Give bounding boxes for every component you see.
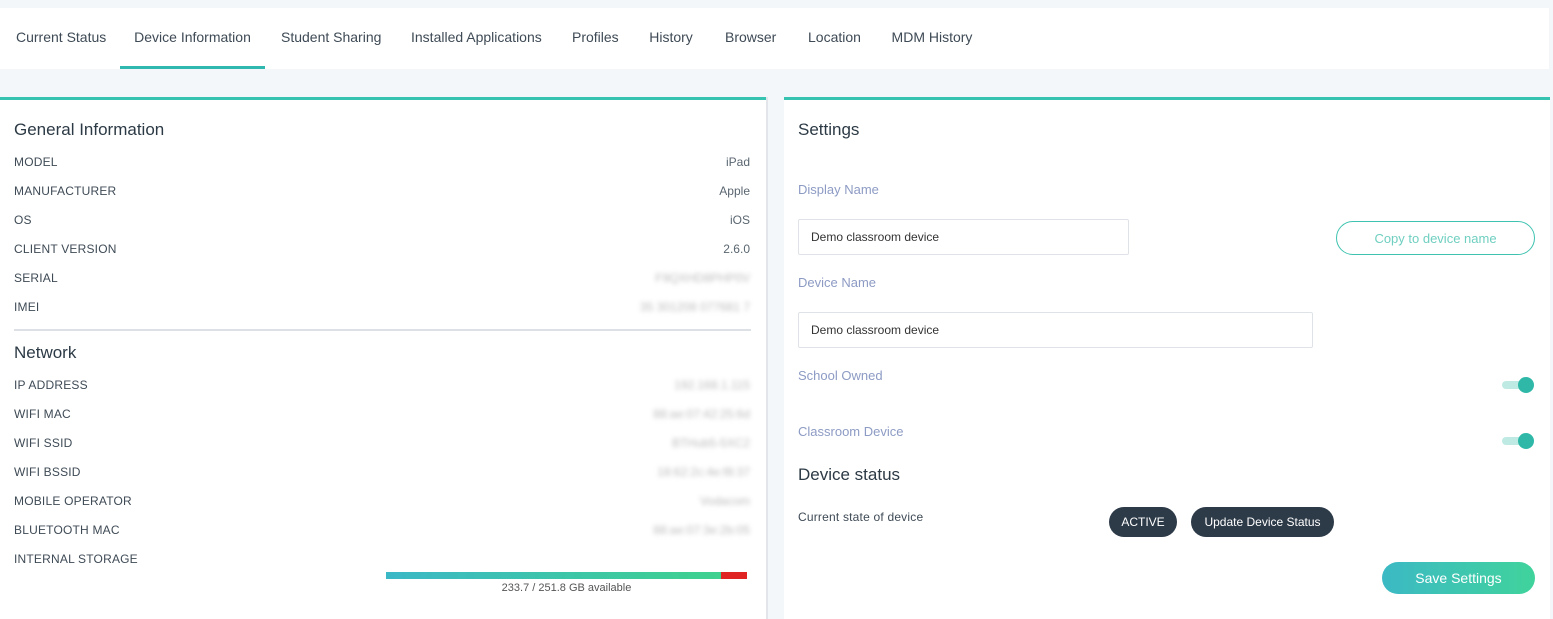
model-label: MODEL — [14, 155, 58, 169]
update-device-status-button[interactable]: Update Device Status — [1191, 507, 1334, 537]
classroom-device-label: Classroom Device — [798, 424, 904, 439]
storage-used-segment — [721, 572, 747, 579]
settings-title: Settings — [798, 120, 860, 139]
toggle-knob — [1518, 377, 1534, 393]
save-settings-button[interactable]: Save Settings — [1382, 562, 1535, 594]
bluetooth-mac-value: 88:ae:07:3e:2b:05 — [653, 523, 750, 537]
tab-history[interactable]: History — [649, 8, 693, 69]
wifi-ssid-value: BTHub5-5XC2 — [671, 436, 750, 450]
toggle-knob — [1518, 433, 1534, 449]
current-state-label: Current state of device — [798, 510, 924, 524]
client-version-label: CLIENT VERSION — [14, 242, 117, 256]
storage-text: 233.7 / 251.8 GB available — [501, 582, 632, 594]
panel-edge — [766, 97, 768, 619]
os-label: OS — [14, 213, 32, 227]
manufacturer-label: MANUFACTURER — [14, 184, 117, 198]
general-information-title: General Information — [14, 120, 165, 139]
wifi-bssid-value: 18:62:2c:4e:f8:37 — [657, 465, 750, 479]
storage-bar — [386, 572, 747, 579]
network-title: Network — [14, 343, 77, 362]
settings-panel: Settings Display Name Copy to device nam… — [784, 97, 1550, 619]
school-owned-label: School Owned — [798, 368, 883, 383]
tab-profiles[interactable]: Profiles — [572, 8, 619, 69]
manufacturer-value: Apple — [719, 184, 750, 198]
device-name-label: Device Name — [798, 275, 877, 290]
wifi-mac-label: WIFI MAC — [14, 407, 71, 421]
client-version-value: 2.6.0 — [723, 242, 750, 256]
device-status-title: Device status — [798, 465, 901, 484]
mobile-operator-label: MOBILE OPERATOR — [14, 494, 132, 508]
tab-mdm-history[interactable]: MDM History — [891, 8, 973, 69]
status-badge: ACTIVE — [1109, 507, 1177, 537]
tab-current-status[interactable]: Current Status — [16, 8, 106, 69]
ip-address-value: 192.168.1.115 — [674, 378, 750, 392]
serial-label: SERIAL — [14, 271, 58, 285]
serial-value: F9QXHD8PHP0V — [655, 271, 750, 285]
tab-device-information[interactable]: Device Information — [120, 8, 265, 69]
bluetooth-mac-label: BLUETOOTH MAC — [14, 523, 120, 537]
classroom-device-toggle[interactable] — [1502, 433, 1534, 449]
model-value: iPad — [725, 155, 750, 169]
device-info-panel: General Information MODEL iPad MANUFACTU… — [0, 97, 766, 619]
tab-browser[interactable]: Browser — [725, 8, 776, 69]
device-name-input[interactable] — [798, 312, 1313, 348]
os-value: iOS — [729, 213, 750, 227]
copy-to-device-name-button[interactable]: Copy to device name — [1336, 221, 1535, 255]
imei-label: IMEI — [14, 300, 40, 314]
ip-address-label: IP ADDRESS — [14, 378, 88, 392]
wifi-ssid-label: WIFI SSID — [14, 436, 73, 450]
tab-bar: Current Status Device Information Studen… — [0, 8, 1549, 69]
imei-value: 35 301208 077681 7 — [639, 300, 750, 314]
mobile-operator-value: Vodacom — [699, 494, 750, 508]
tab-location[interactable]: Location — [808, 8, 861, 69]
section-divider — [14, 329, 751, 331]
display-name-input[interactable] — [798, 219, 1129, 255]
internal-storage-label: INTERNAL STORAGE — [14, 552, 138, 566]
display-name-label: Display Name — [798, 182, 879, 197]
tab-student-sharing[interactable]: Student Sharing — [281, 8, 381, 69]
wifi-bssid-label: WIFI BSSID — [14, 465, 81, 479]
wifi-mac-value: 88:ae:07:42:25:6d — [653, 407, 750, 421]
school-owned-toggle[interactable] — [1502, 377, 1534, 393]
tab-installed-applications[interactable]: Installed Applications — [411, 8, 542, 69]
